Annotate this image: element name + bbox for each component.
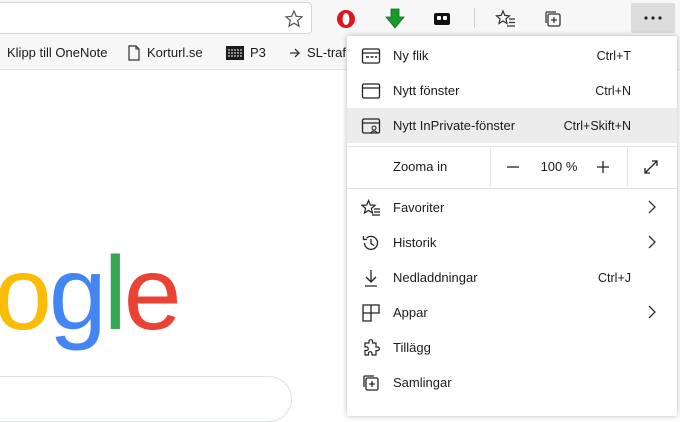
logo-letter-o: o <box>0 236 52 352</box>
chevron-right-icon <box>647 200 657 217</box>
bookmark-label: Klipp till OneNote <box>7 45 108 60</box>
google-search-input[interactable] <box>0 376 292 422</box>
extension-icon[interactable] <box>428 5 456 33</box>
menu-item-extensions[interactable]: Tillägg <box>347 330 677 365</box>
menu-item-collections[interactable]: Samlingar <box>347 365 677 400</box>
menu-item-label: Nedladdningar <box>393 270 478 285</box>
zoom-value: 100 % <box>540 159 578 174</box>
logo-letter-l: l <box>103 236 127 352</box>
zoom-in-button[interactable] <box>585 148 621 186</box>
address-bar[interactable] <box>0 2 312 34</box>
menu-item-favorites[interactable]: Favoriter <box>347 190 677 225</box>
bookmark-item[interactable]: Korturl.se <box>127 36 203 69</box>
zoom-label: Zooma in <box>393 159 448 174</box>
sr-logo-icon <box>226 45 244 60</box>
more-menu-button[interactable] <box>631 3 675 33</box>
more-icon <box>644 16 662 20</box>
zoom-out-button[interactable] <box>495 148 531 186</box>
bookmark-label: P3 <box>250 45 266 60</box>
favorite-star-icon[interactable] <box>283 8 305 30</box>
zoom-row: Zooma in 100 % <box>347 148 677 186</box>
bookmark-label: Korturl.se <box>147 45 203 60</box>
favorites-icon <box>361 198 381 218</box>
collections-icon <box>361 373 381 393</box>
new-window-icon <box>361 81 381 101</box>
logo-letter-e: e <box>123 236 182 352</box>
menu-item-label: Samlingar <box>393 375 452 390</box>
zoom-divider <box>627 148 628 186</box>
menu-item-downloads[interactable]: Nedladdningar Ctrl+J <box>347 260 677 295</box>
favorites-list-icon[interactable] <box>492 5 520 33</box>
chevron-right-icon <box>647 235 657 252</box>
google-logo: ogle <box>0 242 182 346</box>
download-icon <box>361 268 381 288</box>
bookmark-item[interactable]: Klipp till OneNote <box>7 36 107 69</box>
apps-icon <box>361 303 381 323</box>
download-arrow-icon[interactable] <box>381 5 409 33</box>
new-tab-icon <box>361 46 381 66</box>
menu-item-new-tab[interactable]: Ny flik Ctrl+T <box>347 38 677 73</box>
inprivate-icon <box>361 116 381 136</box>
menu-item-label: Favoriter <box>393 200 445 215</box>
menu-item-label: Ny flik <box>393 48 429 63</box>
collections-icon[interactable] <box>539 5 567 33</box>
menu-item-shortcut: Ctrl+N <box>595 83 631 98</box>
plus-icon <box>597 161 609 173</box>
menu-item-new-window[interactable]: Nytt fönster Ctrl+N <box>347 73 677 108</box>
zoom-divider <box>490 148 491 186</box>
menu-item-new-inprivate-window[interactable]: Nytt InPrivate-fönster Ctrl+Skift+N <box>347 108 677 143</box>
menu-item-shortcut: Ctrl+J <box>598 270 631 285</box>
menu-item-apps[interactable]: Appar <box>347 295 677 330</box>
toolbar-divider <box>474 8 475 28</box>
menu-item-label: Nytt InPrivate-fönster <box>393 118 516 133</box>
arrow-right-icon <box>290 48 300 57</box>
menu-divider <box>347 146 677 147</box>
fullscreen-button[interactable] <box>633 148 669 186</box>
fullscreen-icon <box>644 160 658 174</box>
menu-item-shortcut: Ctrl+T <box>596 48 631 63</box>
minus-icon <box>507 166 519 168</box>
menu-item-label: Historik <box>393 235 437 250</box>
opera-icon[interactable] <box>332 5 360 33</box>
bookmark-item[interactable]: SL-traf <box>289 36 346 69</box>
menu-item-label: Tillägg <box>393 340 431 355</box>
bookmark-item[interactable]: P3 <box>226 36 266 69</box>
browser-toolbar <box>0 0 680 36</box>
menu-item-label: Appar <box>393 305 428 320</box>
settings-menu: Ny flik Ctrl+T Nytt fönster Ctrl+N Nytt … <box>347 36 677 416</box>
extensions-icon <box>361 338 381 358</box>
menu-item-label: Nytt fönster <box>393 83 460 98</box>
bookmark-label: SL-traf <box>307 45 347 60</box>
menu-item-history[interactable]: Historik <box>347 225 677 260</box>
history-icon <box>361 233 381 253</box>
menu-item-shortcut: Ctrl+Skift+N <box>563 118 631 133</box>
menu-divider <box>347 188 677 189</box>
logo-letter-g: g <box>48 236 107 352</box>
page-icon <box>128 44 140 61</box>
chevron-right-icon <box>647 305 657 322</box>
